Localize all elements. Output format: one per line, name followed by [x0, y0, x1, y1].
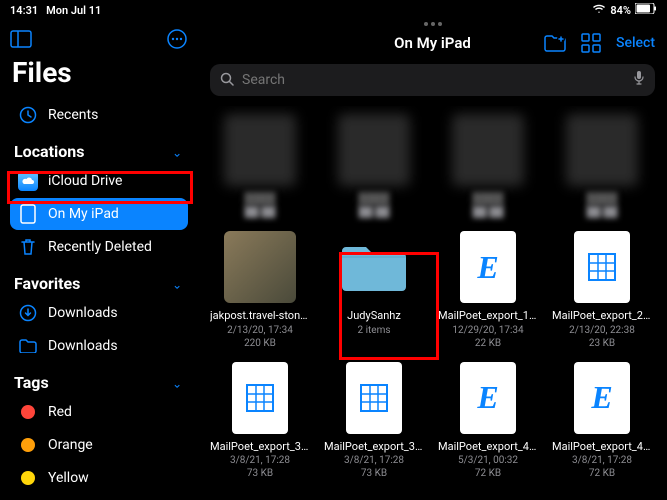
- file-item[interactable]: ██████ ██: [552, 114, 652, 219]
- battery-percent: 84%: [610, 4, 631, 17]
- sidebar-item-recents[interactable]: Recents: [10, 99, 188, 131]
- file-item-folder[interactable]: JudySanhz 2 items: [324, 231, 424, 349]
- ipad-icon: [18, 204, 38, 224]
- page-title: On My iPad: [394, 34, 471, 52]
- sidebar-item-label: Downloads: [48, 338, 118, 354]
- sidebar-toggle-button[interactable]: [10, 28, 32, 50]
- document-icon: E: [460, 362, 516, 434]
- chevron-down-icon: ⌃: [172, 277, 182, 291]
- clock-icon: [18, 105, 38, 125]
- document-icon: [232, 362, 288, 434]
- search-input[interactable]: [242, 72, 625, 88]
- grab-handle[interactable]: [198, 20, 667, 28]
- tag-dot-icon: [18, 402, 38, 422]
- sidebar: Files Recents Locations ⌃ iCloud Drive O…: [0, 20, 198, 500]
- sidebar-item-icloud[interactable]: iCloud Drive: [10, 165, 188, 197]
- wifi-icon: [592, 4, 606, 17]
- chevron-down-icon: ⌃: [172, 376, 182, 390]
- tag-dot-icon: [18, 468, 38, 488]
- sidebar-tag-green[interactable]: Green: [10, 495, 188, 500]
- file-item-doc[interactable]: MailPoet_export_2d9i...pw4g0 2/13/20, 22…: [552, 231, 652, 349]
- sidebar-item-label: Recently Deleted: [48, 239, 152, 255]
- status-bar: 14:31 Mon Jul 11 84%: [0, 0, 667, 20]
- sidebar-item-label: Orange: [48, 437, 93, 453]
- status-time: 14:31: [10, 4, 38, 17]
- file-item-doc[interactable]: MailPoet_export_3ddli...80wu 3/8/21, 17:…: [210, 362, 310, 480]
- sidebar-item-downloads-1[interactable]: Downloads: [10, 297, 188, 329]
- folder-icon: [338, 231, 410, 303]
- file-item-doc[interactable]: E MailPoet_export_491ch...pksk4 3/8/21, …: [552, 362, 652, 480]
- sidebar-item-label: Red: [48, 404, 72, 420]
- select-button[interactable]: Select: [616, 35, 655, 51]
- sidebar-item-label: On My iPad: [48, 206, 119, 222]
- sidebar-section-tags[interactable]: Tags ⌃: [10, 363, 188, 396]
- view-mode-button[interactable]: [580, 32, 602, 54]
- sidebar-tag-red[interactable]: Red: [10, 396, 188, 428]
- file-grid: ██████ ██ ██████ ██ ██████ ██ ██████ ██ …: [198, 106, 667, 500]
- trash-icon: [18, 237, 38, 257]
- file-item-doc[interactable]: MailPoet_export_3ymh...804w 3/8/21, 17:2…: [324, 362, 424, 480]
- mic-icon[interactable]: [633, 70, 645, 90]
- download-icon: [18, 303, 38, 323]
- sidebar-item-downloads-2[interactable]: Downloads: [10, 330, 188, 362]
- sidebar-item-label: Yellow: [48, 470, 89, 486]
- file-item-doc[interactable]: E MailPoet_export_1fqfiv...iv48f 12/29/2…: [438, 231, 538, 349]
- image-thumbnail: [224, 231, 296, 303]
- chevron-down-icon: ⌃: [172, 145, 182, 159]
- sidebar-tag-yellow[interactable]: Yellow: [10, 462, 188, 494]
- sidebar-item-recently-deleted[interactable]: Recently Deleted: [10, 231, 188, 263]
- sidebar-tag-orange[interactable]: Orange: [10, 429, 188, 461]
- sidebar-section-favorites[interactable]: Favorites ⌃: [10, 264, 188, 297]
- document-icon: E: [574, 362, 630, 434]
- file-item-doc[interactable]: E MailPoet_export_4ayr...r0ock 5/3/21, 0…: [438, 362, 538, 480]
- battery-icon: [635, 3, 657, 17]
- status-date: Mon Jul 11: [46, 4, 101, 17]
- sidebar-item-on-my-ipad[interactable]: On My iPad: [10, 198, 188, 230]
- file-item[interactable]: ██████ ██: [438, 114, 538, 219]
- search-icon: [220, 71, 234, 90]
- document-icon: [346, 362, 402, 434]
- toolbar: On My iPad Select: [198, 28, 667, 60]
- new-folder-button[interactable]: [544, 32, 566, 54]
- content-area: On My iPad Select ██████ ██: [198, 20, 667, 500]
- file-item[interactable]: ██████ ██: [324, 114, 424, 219]
- app-title: Files: [10, 56, 188, 89]
- sidebar-item-label: Recents: [48, 107, 98, 123]
- more-options-button[interactable]: [166, 28, 188, 50]
- icloud-icon: [18, 171, 38, 191]
- file-item-image[interactable]: jakpost.travel-stone-i...53335 2/13/20, …: [210, 231, 310, 349]
- document-icon: E: [460, 231, 516, 303]
- sidebar-item-label: iCloud Drive: [48, 173, 122, 189]
- search-bar[interactable]: [210, 64, 655, 96]
- sidebar-item-label: Downloads: [48, 305, 118, 321]
- sidebar-section-locations[interactable]: Locations ⌃: [10, 132, 188, 165]
- tag-dot-icon: [18, 435, 38, 455]
- folder-icon: [18, 336, 38, 356]
- document-icon: [574, 231, 630, 303]
- file-item[interactable]: ██████ ██: [210, 114, 310, 219]
